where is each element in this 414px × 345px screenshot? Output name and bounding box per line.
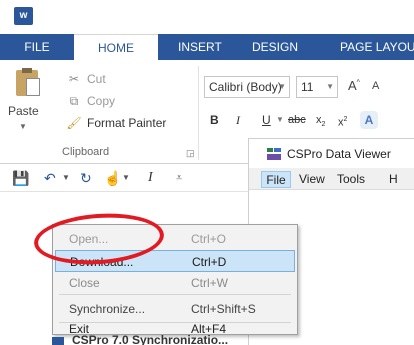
shrink-font-label: A bbox=[372, 80, 380, 92]
paintbrush-icon: 🖌 bbox=[66, 116, 82, 130]
dialog-launcher-icon[interactable]: ◲ bbox=[186, 148, 195, 159]
menu-item-synchronize[interactable]: Synchronize... Ctrl+Shift+S bbox=[55, 298, 295, 320]
menu-item-shortcut: Ctrl+O bbox=[191, 232, 227, 246]
quick-access-toolbar: 💾 ↶ ▼ ↻ ☝ ▼ I ⩡ bbox=[0, 164, 260, 192]
menu-item-shortcut: Ctrl+Shift+S bbox=[191, 302, 256, 316]
grow-font-button[interactable]: A^ bbox=[348, 78, 360, 93]
chevron-down-icon[interactable]: ▼ bbox=[19, 122, 27, 131]
paste-button[interactable]: Paste bbox=[8, 104, 39, 118]
format-painter-button[interactable]: 🖌 Format Painter bbox=[66, 113, 166, 133]
clipboard-group-label: Clipboard bbox=[62, 146, 110, 158]
menu-item-label: Exit bbox=[69, 322, 90, 336]
tab-file[interactable]: FILE bbox=[0, 34, 74, 60]
copy-button[interactable]: ⧉ Copy bbox=[66, 91, 115, 111]
menu-separator bbox=[59, 322, 291, 323]
italic-button[interactable]: I bbox=[236, 110, 240, 130]
menu-tools[interactable]: Tools bbox=[337, 171, 365, 188]
menu-item-shortcut: Alt+F4 bbox=[191, 322, 227, 336]
word-logo-icon: w bbox=[14, 7, 33, 25]
strikethrough-button[interactable]: abc bbox=[288, 110, 306, 130]
tab-home[interactable]: HOME bbox=[74, 34, 158, 60]
font-size-select[interactable]: 11 ▼ bbox=[296, 76, 338, 98]
tab-page-layout[interactable]: PAGE LAYOU bbox=[340, 34, 414, 60]
cspro-logo-icon bbox=[267, 148, 281, 160]
title-bar: w bbox=[0, 0, 414, 34]
menu-item-label: Close bbox=[69, 276, 100, 290]
subscript-button[interactable]: x2 bbox=[316, 110, 325, 130]
italic-quick-button[interactable]: I bbox=[148, 169, 153, 187]
underline-button[interactable]: U bbox=[262, 110, 271, 130]
menu-file[interactable]: File bbox=[261, 171, 291, 188]
menu-item-close[interactable]: Close Ctrl+W bbox=[55, 272, 295, 294]
cspro-menu-bar: File View Tools H bbox=[249, 168, 414, 190]
customize-qat-icon[interactable]: ⩡ bbox=[176, 169, 182, 187]
chevron-down-icon: ▼ bbox=[278, 82, 286, 91]
font-name-select[interactable]: Calibri (Body) ▼ bbox=[204, 76, 290, 98]
app-icon bbox=[52, 337, 64, 345]
font-size-value: 11 bbox=[301, 80, 314, 94]
menu-separator bbox=[59, 294, 291, 295]
copy-label: Copy bbox=[87, 94, 116, 108]
taskbar-item-label: CSPro 7.0 Synchronizatio... bbox=[72, 335, 229, 345]
undo-icon[interactable]: ↶ bbox=[44, 169, 56, 187]
save-icon[interactable]: 💾 bbox=[12, 169, 29, 187]
redo-icon[interactable]: ↻ bbox=[80, 169, 92, 187]
menu-view[interactable]: View bbox=[299, 171, 325, 188]
text-effects-button[interactable]: A bbox=[360, 111, 378, 129]
chevron-down-icon[interactable]: ▼ bbox=[276, 110, 284, 130]
tab-insert[interactable]: INSERT bbox=[178, 34, 222, 60]
paste-icon[interactable] bbox=[16, 68, 42, 98]
tab-design[interactable]: DESIGN bbox=[252, 34, 298, 60]
cut-label: Cut bbox=[87, 72, 106, 86]
chevron-down-icon[interactable]: ▼ bbox=[62, 169, 70, 187]
menu-item-shortcut: Ctrl+W bbox=[191, 276, 228, 290]
cut-button[interactable]: ✂ Cut bbox=[66, 69, 106, 89]
cspro-title-bar: CSPro Data Viewer bbox=[249, 138, 414, 168]
font-name-value: Calibri (Body) bbox=[209, 80, 282, 94]
taskbar-item[interactable]: CSPro 7.0 Synchronizatio... bbox=[52, 335, 252, 345]
chevron-down-icon: ▼ bbox=[326, 82, 334, 91]
menu-item-label: Synchronize... bbox=[69, 302, 146, 316]
bold-button[interactable]: B bbox=[210, 110, 219, 130]
touch-mode-icon[interactable]: ☝ bbox=[104, 169, 121, 187]
chevron-down-icon[interactable]: ▼ bbox=[122, 169, 130, 187]
menu-item-shortcut: Ctrl+D bbox=[192, 255, 227, 269]
group-divider bbox=[198, 66, 199, 160]
window-title: CSPro Data Viewer bbox=[287, 147, 391, 161]
menu-help[interactable]: H bbox=[389, 171, 398, 188]
menu-item-exit[interactable]: Exit Alt+F4 bbox=[55, 322, 295, 336]
format-painter-label: Format Painter bbox=[87, 116, 167, 130]
ribbon-tabs: FILE HOME INSERT DESIGN PAGE LAYOU bbox=[0, 34, 414, 60]
copy-icon: ⧉ bbox=[69, 94, 79, 108]
grow-font-label: A bbox=[348, 78, 357, 93]
scissors-icon: ✂ bbox=[68, 72, 80, 86]
shrink-font-button[interactable]: A bbox=[372, 80, 379, 92]
superscript-button[interactable]: x2 bbox=[338, 110, 347, 130]
